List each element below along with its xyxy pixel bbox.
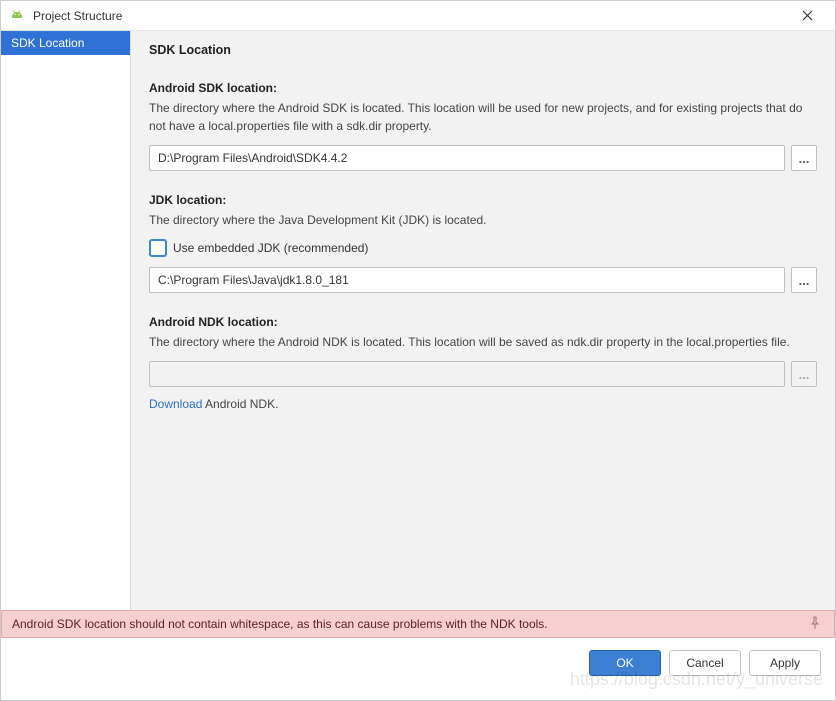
close-button[interactable] (787, 2, 827, 30)
titlebar: Project Structure (1, 1, 835, 31)
ndk-section: Android NDK location: The directory wher… (149, 315, 817, 411)
content-row: SDK Location SDK Location Android SDK lo… (1, 31, 835, 610)
warning-text: Android SDK location should not contain … (12, 617, 548, 631)
jdk-browse-button[interactable]: ... (791, 267, 817, 293)
dialog-buttons: OK Cancel Apply (1, 638, 835, 700)
ellipsis-icon: ... (799, 367, 810, 382)
sdk-browse-button[interactable]: ... (791, 145, 817, 171)
window-title: Project Structure (33, 9, 787, 23)
android-sdk-section: Android SDK location: The directory wher… (149, 81, 817, 171)
jdk-checkbox-row: Use embedded JDK (recommended) (149, 239, 817, 257)
sdk-path-input[interactable] (149, 145, 785, 171)
ndk-download-row: Download Android NDK. (149, 397, 817, 411)
ndk-browse-button: ... (791, 361, 817, 387)
sidebar-item-sdk-location[interactable]: SDK Location (1, 31, 130, 55)
ndk-desc: The directory where the Android NDK is l… (149, 333, 817, 351)
ellipsis-icon: ... (799, 273, 810, 288)
jdk-title: JDK location: (149, 193, 817, 207)
use-embedded-jdk-checkbox[interactable] (149, 239, 167, 257)
jdk-input-row: ... (149, 267, 817, 293)
jdk-path-input[interactable] (149, 267, 785, 293)
android-icon (9, 8, 25, 24)
warning-bar: Android SDK location should not contain … (1, 610, 835, 638)
download-ndk-link[interactable]: Download (149, 397, 202, 411)
jdk-section: JDK location: The directory where the Ja… (149, 193, 817, 293)
ndk-path-input (149, 361, 785, 387)
ok-button[interactable]: OK (589, 650, 661, 676)
sidebar-item-label: SDK Location (11, 36, 84, 50)
close-icon (802, 10, 813, 21)
sdk-desc: The directory where the Android SDK is l… (149, 99, 817, 135)
ndk-input-row: ... (149, 361, 817, 387)
jdk-desc: The directory where the Java Development… (149, 211, 817, 229)
ellipsis-icon: ... (799, 151, 810, 166)
sidebar: SDK Location (1, 31, 131, 610)
project-structure-window: Project Structure SDK Location SDK Locat… (0, 0, 836, 701)
sdk-input-row: ... (149, 145, 817, 171)
cancel-button[interactable]: Cancel (669, 650, 741, 676)
download-ndk-text: Android NDK. (202, 397, 278, 411)
apply-button[interactable]: Apply (749, 650, 821, 676)
jdk-checkbox-label: Use embedded JDK (recommended) (173, 241, 368, 255)
page-title: SDK Location (149, 43, 817, 57)
main-panel: SDK Location Android SDK location: The d… (131, 31, 835, 610)
pin-icon[interactable] (808, 616, 824, 632)
ndk-title: Android NDK location: (149, 315, 817, 329)
sdk-title: Android SDK location: (149, 81, 817, 95)
